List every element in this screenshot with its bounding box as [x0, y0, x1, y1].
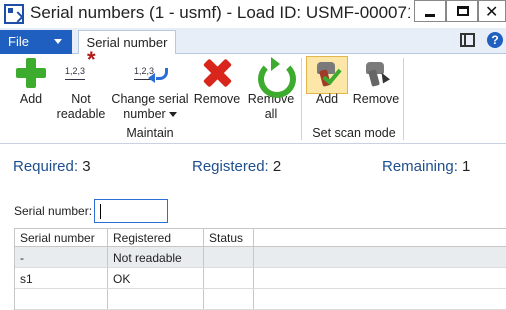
minimize-button[interactable]	[414, 0, 446, 22]
remove-all-button[interactable]: Remove all	[246, 57, 296, 122]
refresh-icon	[255, 57, 296, 98]
red-x-icon	[201, 58, 233, 88]
column-header-status[interactable]: Status	[204, 229, 254, 246]
scanner-check-icon	[311, 58, 343, 88]
registered-value: 2	[272, 158, 282, 175]
group-label-maintain: Maintain	[126, 126, 174, 140]
not-readable-button[interactable]: 1,2,3 * Not readable	[54, 49, 108, 122]
serial-star-icon: 1,2,3 *	[65, 49, 97, 88]
app-window-icon[interactable]	[4, 4, 24, 24]
remaining-label: Remaining:	[382, 158, 458, 175]
add-label: Add	[19, 92, 43, 106]
serial-number-label: Serial number:	[14, 204, 93, 218]
required-count: Required: 3	[13, 158, 91, 175]
column-header-serial-number[interactable]: Serial number	[15, 229, 108, 246]
title-bar: Serial numbers (1 - usmf) - Load ID: USM…	[0, 0, 506, 28]
cell-serial-number	[15, 289, 108, 309]
scan-mode-remove-button[interactable]: Remove	[352, 58, 400, 107]
cell-registered: OK	[108, 268, 204, 288]
close-button[interactable]: ✕	[478, 0, 506, 22]
group-label-set-scan-mode: Set scan mode	[312, 126, 396, 140]
remove-label: Remove	[193, 92, 241, 106]
text-cursor	[100, 204, 101, 219]
scan-add-label: Add	[315, 92, 339, 106]
scanner-cursor-icon	[360, 58, 392, 88]
change-label-2: number	[110, 107, 190, 122]
grid-header: Serial number Registered Status	[15, 229, 506, 247]
registered-label: Registered:	[192, 158, 269, 175]
cell-registered: Not readable	[108, 247, 204, 267]
serial-change-icon: 1,2,3	[134, 58, 168, 88]
table-row-empty[interactable]	[15, 289, 506, 310]
remaining-value: 1	[462, 158, 471, 175]
ribbon-group-divider	[403, 58, 404, 140]
scan-mode-add-button[interactable]: Add	[306, 58, 348, 107]
change-serial-number-button[interactable]: 1,2,3 Change serial number	[110, 58, 190, 122]
chevron-down-icon	[168, 112, 177, 118]
help-icon[interactable]: ?	[487, 32, 503, 48]
cell-serial-number: s1	[15, 268, 108, 288]
table-row[interactable]: s1 OK	[15, 268, 506, 289]
registered-count: Registered: 2	[192, 158, 281, 175]
not-readable-label-2: readable	[56, 107, 106, 121]
remaining-count: Remaining: 1	[382, 158, 470, 175]
ribbon-group-divider	[301, 58, 302, 140]
add-button[interactable]: Add	[10, 58, 52, 107]
remove-all-label-2: all	[264, 107, 278, 121]
cell-status	[204, 247, 254, 267]
not-readable-label-1: Not	[71, 92, 91, 106]
maximize-icon	[457, 6, 469, 16]
remove-button[interactable]: Remove	[193, 58, 241, 107]
table-row[interactable]: - Not readable	[15, 247, 506, 268]
close-icon: ✕	[485, 4, 499, 21]
ribbon-tab-row	[0, 28, 506, 54]
cell-status	[204, 268, 254, 288]
minimize-icon	[425, 14, 435, 17]
green-plus-icon	[15, 58, 47, 88]
scan-remove-label: Remove	[352, 92, 400, 106]
file-tab-label: File	[8, 34, 29, 49]
window-title: Serial numbers (1 - usmf) - Load ID: USM…	[30, 3, 410, 22]
change-label-1: Change serial	[111, 92, 189, 106]
maximize-button[interactable]	[446, 0, 478, 22]
file-tab[interactable]: File	[0, 30, 72, 54]
serial-number-input[interactable]	[94, 199, 168, 223]
serial-number-grid: Serial number Registered Status - Not re…	[14, 228, 506, 310]
cell-registered	[108, 289, 204, 309]
restore-window-icon[interactable]	[460, 33, 475, 47]
required-label: Required:	[13, 158, 79, 175]
chevron-down-icon	[54, 39, 62, 44]
cell-serial-number: -	[15, 247, 108, 267]
column-header-registered[interactable]: Registered	[108, 229, 204, 246]
required-value: 3	[82, 158, 91, 175]
cell-status	[204, 289, 254, 309]
